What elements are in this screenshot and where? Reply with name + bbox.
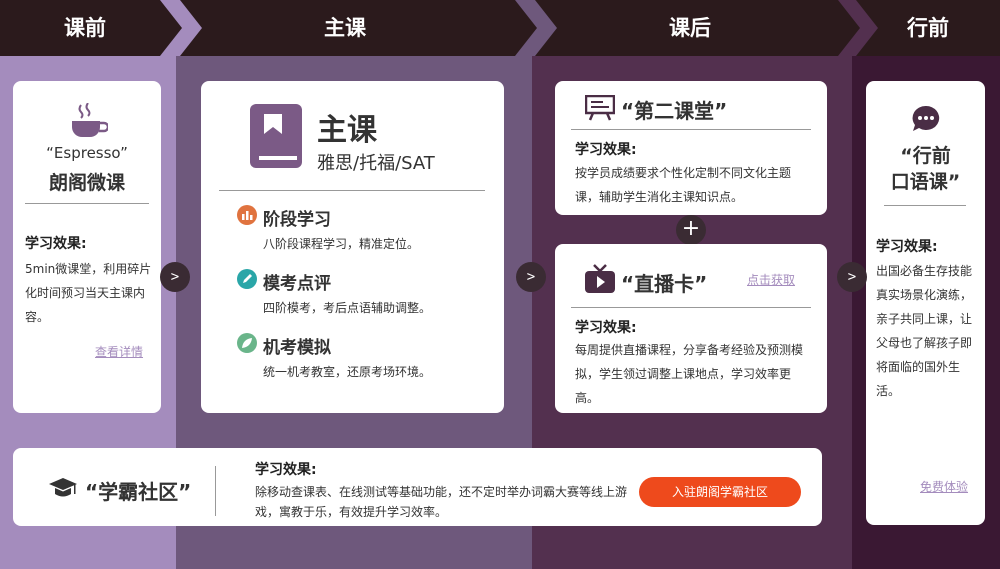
second-classroom-card: “第二课堂” 学习效果: 按学员成绩要求个性化定制不同文化主题课，辅助学生消化主… (555, 81, 827, 215)
divider (219, 190, 485, 191)
book-icon (250, 104, 302, 168)
micro-course-card: “Espresso” 朗阁微课 学习效果: 5min微课堂，利用碎片化时间预习当… (13, 81, 161, 413)
computer-exam-desc: 统一机考教室，还原考场环境。 (263, 365, 432, 379)
stage-pre-departure: 行前 (907, 16, 949, 40)
oral-course-card: “行前 口语课” 学习效果: 出国必备生存技能真实场景化演练，亲子共同上课，让父… (866, 81, 985, 525)
join-community-button[interactable]: 入驻朗阁学霸社区 (639, 477, 801, 507)
graduation-cap-icon (49, 478, 77, 497)
next-arrow-button[interactable]: > (160, 262, 190, 292)
coffee-cup-icon (72, 103, 108, 137)
chat-bubble-icon (912, 105, 940, 131)
stage-main-class: 主课 (324, 16, 366, 40)
bar-chart-icon (237, 205, 257, 225)
stage-learning-desc: 八阶段课程学习，精准定位。 (263, 237, 420, 251)
plus-connector: + (676, 215, 706, 245)
community-card: “学霸社区” 学习效果: 除移动查课表、在线测试等基础功能，还不定时举办词霸大赛… (13, 448, 822, 526)
mock-exam-title: 模考点评 (263, 274, 331, 294)
effect-body: 出国必备生存技能真实场景化演练，亲子共同上课，让父母也了解孩子即将面临的国外生活… (876, 264, 973, 398)
micro-course-title: 朗阁微课 (48, 172, 125, 194)
next-arrow-button[interactable]: > (516, 262, 546, 292)
pen-icon (237, 269, 257, 289)
vertical-divider (215, 466, 216, 516)
divider (571, 129, 811, 130)
chevron-separators (160, 0, 878, 56)
live-card-title: “直播卡” (621, 272, 708, 296)
effect-title: 学习效果: (575, 142, 637, 158)
main-course-title: 主课 (317, 113, 377, 148)
mock-exam-desc: 四阶模考，考后点语辅助调整。 (263, 301, 432, 315)
stage-learning-title: 阶段学习 (263, 210, 331, 230)
second-classroom-title: “第二课堂” (621, 99, 728, 123)
leaf-icon (237, 333, 257, 353)
next-arrow-button[interactable]: > (837, 262, 867, 292)
effect-title: 学习效果: (25, 236, 87, 252)
main-course-subtitle: 雅思/托福/SAT (317, 153, 435, 174)
effect-body: 每周提供直播课程，分享备考经验及预测模拟，学生领过调整上课地点，学习效率更高。 (575, 343, 804, 405)
live-card: “直播卡” 点击获取 学习效果: 每周提供直播课程，分享备考经验及预测模拟，学生… (555, 244, 827, 413)
view-details-link[interactable]: 查看详情 (95, 343, 143, 360)
effect-body: 5min微课堂，利用碎片化时间预习当天主课内容。 (25, 262, 152, 324)
stage-post-class: 课后 (669, 16, 711, 40)
computer-exam-title: 机考模拟 (263, 338, 331, 358)
effect-title: 学习效果: (575, 320, 637, 336)
get-live-card-link[interactable]: 点击获取 (747, 271, 795, 288)
effect-title: 学习效果: (255, 462, 317, 478)
effect-body: 按学员成绩要求个性化定制不同文化主题课，辅助学生消化主课知识点。 (575, 166, 792, 204)
oral-course-title-line2: 口语课” (890, 171, 961, 193)
divider (884, 205, 966, 206)
stage-header: 课前 主课 课后 行前 (0, 0, 1000, 56)
effect-title: 学习效果: (876, 239, 938, 255)
classroom-board-icon (585, 95, 615, 121)
espresso-subtitle: “Espresso” (46, 144, 128, 162)
divider (25, 203, 149, 204)
oral-course-title-line1: “行前 (900, 145, 951, 167)
main-course-card: 主课 雅思/托福/SAT 阶段学习 八阶段课程学习，精准定位。 模考点评 四阶模… (201, 81, 504, 413)
divider (571, 307, 811, 308)
stage-pre-class: 课前 (64, 16, 106, 40)
free-trial-link[interactable]: 免费体验 (920, 478, 968, 495)
tv-play-icon (585, 264, 615, 293)
effect-body: 除移动查课表、在线测试等基础功能，还不定时举办词霸大赛等线上游戏，寓教于乐，有效… (255, 485, 628, 519)
community-title: “学霸社区” (85, 480, 192, 504)
